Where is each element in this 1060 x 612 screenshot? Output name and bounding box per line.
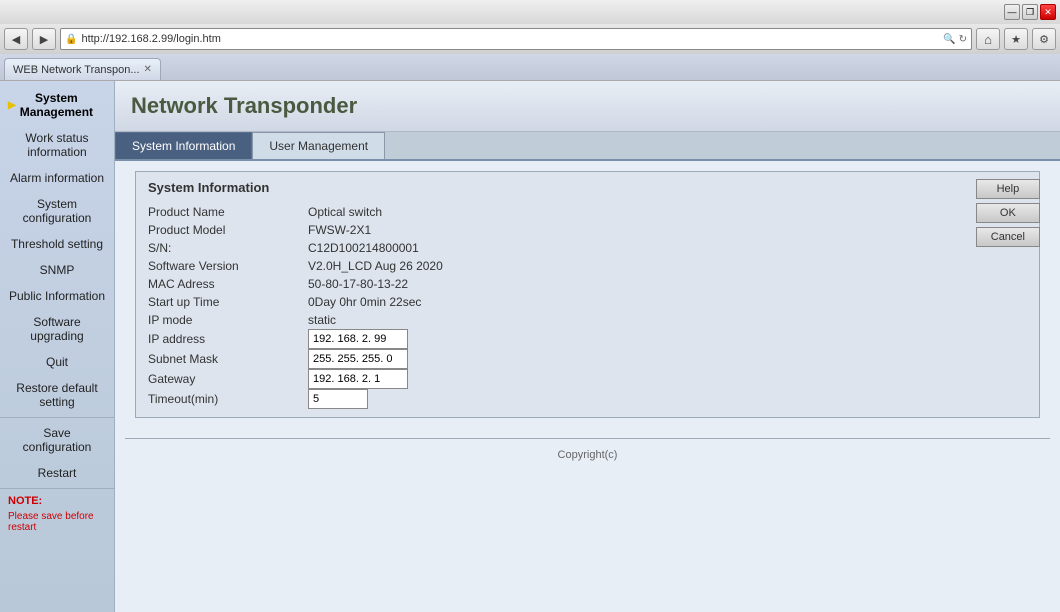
sidebar-label-quit: Quit	[46, 355, 68, 369]
sidebar-label-threshold-setting: Threshold setting	[11, 237, 103, 251]
sidebar-item-save-configuration[interactable]: Save configuration	[0, 420, 114, 460]
sidebar-label-system-management: SystemManagement	[20, 91, 93, 119]
tab-system-information[interactable]: System Information	[115, 132, 252, 159]
value-software-version: V2.0H_LCD Aug 26 2020	[308, 257, 443, 275]
sidebar-item-alarm-information[interactable]: Alarm information	[0, 165, 114, 191]
sidebar-label-work-status: Work status information	[25, 131, 88, 159]
title-bar: — ❐ ✕	[0, 0, 1060, 24]
input-ip-address[interactable]	[308, 329, 408, 349]
tab-system-information-label: System Information	[132, 139, 235, 153]
sidebar-divider-2	[0, 488, 114, 489]
browser-tab-bar: WEB Network Transpon... ✕	[0, 54, 1060, 80]
forward-button[interactable]: ▶	[32, 28, 56, 50]
refresh-icon[interactable]: ↻	[959, 34, 967, 45]
value-mac-address: 50-80-17-80-13-22	[308, 275, 443, 293]
value-ip-mode: static	[308, 311, 443, 329]
sidebar-item-software-upgrading[interactable]: Software upgrading	[0, 309, 114, 349]
input-subnet-mask[interactable]	[308, 349, 408, 369]
settings-button[interactable]: ⚙	[1032, 28, 1056, 50]
content-area: Network Transponder System Information U…	[115, 81, 1060, 612]
input-timeout[interactable]	[308, 389, 368, 409]
sidebar-label-snmp: SNMP	[40, 263, 75, 277]
label-subnet-mask: Subnet Mask	[148, 349, 308, 369]
lock-icon: 🔒	[65, 34, 77, 45]
tab-user-management-label: User Management	[269, 139, 368, 153]
sidebar-label-software-upgrading: Software upgrading	[30, 315, 83, 343]
tab-close-icon[interactable]: ✕	[144, 64, 152, 75]
label-mac-address: MAC Adress	[148, 275, 308, 293]
ok-button[interactable]: OK	[976, 203, 1040, 223]
label-software-version: Software Version	[148, 257, 308, 275]
label-product-name: Product Name	[148, 203, 308, 221]
label-ip-address: IP address	[148, 329, 308, 349]
close-button[interactable]: ✕	[1040, 4, 1056, 20]
label-gateway: Gateway	[148, 369, 308, 389]
sidebar-item-snmp[interactable]: SNMP	[0, 257, 114, 283]
address-bar[interactable]: 🔒 http://192.168.2.99/login.htm 🔍 ↻	[60, 28, 972, 50]
sidebar-label-public-information: Public Information	[9, 289, 105, 303]
action-buttons: Help OK Cancel	[976, 179, 1040, 247]
sidebar-item-system-configuration[interactable]: System configuration	[0, 191, 114, 231]
label-timeout: Timeout(min)	[148, 389, 308, 409]
copyright-text: Copyright(c)	[558, 449, 618, 461]
browser-tab-title: WEB Network Transpon...	[13, 64, 140, 76]
search-icon[interactable]: 🔍	[943, 34, 955, 45]
sidebar-note-text: Please save before restart	[0, 511, 114, 537]
sidebar-item-restore-default[interactable]: Restore default setting	[0, 375, 114, 415]
back-button[interactable]: ◀	[4, 28, 28, 50]
browser-tab-active[interactable]: WEB Network Transpon... ✕	[4, 58, 161, 80]
sidebar-label-save-configuration: Save configuration	[23, 426, 92, 454]
sidebar-label-alarm-information: Alarm information	[10, 171, 104, 185]
home-button[interactable]: ⌂	[976, 28, 1000, 50]
sidebar-item-quit[interactable]: Quit	[0, 349, 114, 375]
page-title: Network Transponder	[115, 81, 1060, 132]
sidebar-item-restart[interactable]: Restart	[0, 460, 114, 486]
value-startup-time: 0Day 0hr 0min 22sec	[308, 293, 443, 311]
cancel-button[interactable]: Cancel	[976, 227, 1040, 247]
sidebar-note-label: NOTE:	[0, 491, 114, 511]
tab-strip: System Information User Management	[115, 132, 1060, 161]
label-product-model: Product Model	[148, 221, 308, 239]
minimize-button[interactable]: —	[1004, 4, 1020, 20]
sidebar-label-system-configuration: System configuration	[23, 197, 92, 225]
restore-button[interactable]: ❐	[1022, 4, 1038, 20]
value-product-name: Optical switch	[308, 203, 443, 221]
label-sn: S/N:	[148, 239, 308, 257]
sidebar-item-threshold-setting[interactable]: Threshold setting	[0, 231, 114, 257]
sidebar-label-restart: Restart	[38, 466, 77, 480]
nav-bar: ◀ ▶ 🔒 http://192.168.2.99/login.htm 🔍 ↻ …	[0, 24, 1060, 54]
input-gateway[interactable]	[308, 369, 408, 389]
window-controls: — ❐ ✕	[1004, 4, 1056, 20]
system-info-table: Product Name Optical switch Product Mode…	[148, 203, 443, 409]
label-ip-mode: IP mode	[148, 311, 308, 329]
value-product-model: FWSW-2X1	[308, 221, 443, 239]
value-sn: C12D100214800001	[308, 239, 443, 257]
sidebar-item-work-status[interactable]: Work status information	[0, 125, 114, 165]
info-panel-title: System Information	[148, 180, 1027, 195]
info-panel: System Information Product Name Optical …	[135, 171, 1040, 418]
sidebar-item-system-management[interactable]: ▶ SystemManagement	[0, 85, 114, 125]
sidebar: ▶ SystemManagement Work status informati…	[0, 81, 115, 612]
sidebar-divider	[0, 417, 114, 418]
help-button[interactable]: Help	[976, 179, 1040, 199]
url-text: http://192.168.2.99/login.htm	[81, 33, 939, 45]
label-startup-time: Start up Time	[148, 293, 308, 311]
active-arrow-icon: ▶	[8, 100, 16, 111]
tab-user-management[interactable]: User Management	[252, 132, 385, 159]
sidebar-label-restore-default: Restore default setting	[16, 381, 97, 409]
sidebar-item-public-information[interactable]: Public Information	[0, 283, 114, 309]
favorites-button[interactable]: ★	[1004, 28, 1028, 50]
